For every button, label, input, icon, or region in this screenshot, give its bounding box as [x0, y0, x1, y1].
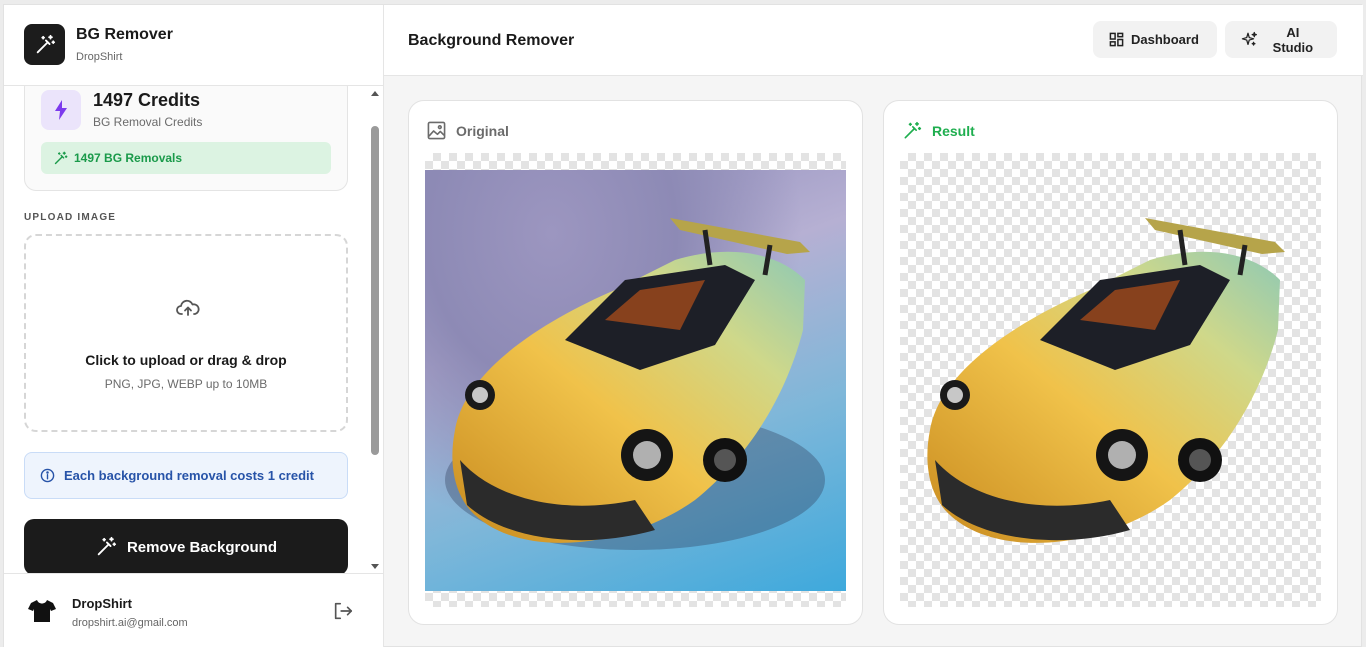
logout-icon[interactable]	[332, 600, 354, 622]
lightning-bolt-icon	[41, 90, 81, 130]
result-panel: Result	[883, 100, 1338, 625]
remove-background-label: Remove Background	[126, 538, 278, 556]
result-car-image	[927, 218, 1285, 543]
user-name: DropShirt	[72, 596, 132, 611]
magic-wand-icon	[904, 121, 922, 139]
magic-wand-icon	[54, 151, 68, 164]
magic-wand-icon	[24, 24, 65, 65]
user-profile-bar: DropShirt dropshirt.ai@gmail.com	[4, 573, 383, 647]
scroll-thumb[interactable]	[371, 126, 379, 455]
tshirt-icon	[28, 600, 56, 622]
brand-title: BG Remover	[76, 26, 173, 43]
original-panel: Original	[408, 100, 863, 625]
sparkles-icon	[1241, 31, 1257, 46]
info-circle-icon	[40, 468, 55, 483]
dashboard-button[interactable]: Dashboard	[1093, 21, 1217, 58]
cloud-upload-icon	[176, 299, 200, 316]
brand-subtitle: DropShirt	[76, 51, 123, 63]
scroll-up-arrow-icon[interactable]	[371, 91, 379, 96]
original-panel-header: Original	[427, 121, 509, 140]
credits-card: 1497 Credits BG Removal Credits 1497 BG …	[24, 86, 348, 191]
magic-wand-icon	[97, 536, 117, 556]
original-car-image	[445, 218, 825, 550]
dashboard-label: Dashboard	[1131, 32, 1199, 47]
original-image-frame	[425, 153, 846, 607]
remove-background-button[interactable]: Remove Background	[24, 519, 348, 573]
sidebar-scroll-area: 1497 Credits BG Removal Credits 1497 BG …	[4, 86, 383, 573]
ai-studio-button[interactable]: AI Studio	[1225, 21, 1337, 58]
original-label: Original	[456, 122, 509, 139]
removals-badge: 1497 BG Removals	[41, 142, 331, 174]
upload-section-label: UPLOAD IMAGE	[24, 212, 117, 223]
credit-cost-info: Each background removal costs 1 credit	[24, 452, 348, 499]
result-image-frame	[900, 153, 1321, 607]
upload-title: Click to upload or drag & drop	[85, 352, 287, 368]
scroll-down-arrow-icon[interactable]	[371, 564, 379, 569]
upload-dropzone[interactable]: Click to upload or drag & drop PNG, JPG,…	[24, 234, 348, 432]
image-icon	[427, 121, 446, 140]
upload-hint: PNG, JPG, WEBP up to 10MB	[104, 377, 268, 391]
main-area: Background Remover Dashboard AI Studio O…	[384, 5, 1363, 647]
sidebar-scrollbar[interactable]	[369, 89, 381, 573]
result-panel-header: Result	[902, 121, 975, 141]
grid-icon	[1109, 32, 1124, 47]
page-title: Background Remover	[408, 32, 575, 49]
top-bar: Background Remover Dashboard AI Studio	[384, 5, 1363, 76]
removals-text: 1497 BG Removals	[74, 151, 183, 165]
user-email: dropshirt.ai@gmail.com	[72, 617, 188, 629]
app-window: BG Remover DropShirt 1497 Credits BG Rem…	[3, 4, 1363, 647]
credit-cost-text: Each background removal costs 1 credit	[64, 468, 314, 483]
credits-value: 1497 Credits	[93, 90, 201, 110]
brand-header: BG Remover DropShirt	[4, 5, 383, 86]
result-label: Result	[932, 123, 975, 139]
sidebar: BG Remover DropShirt 1497 Credits BG Rem…	[4, 5, 384, 647]
ai-studio-label: AI Studio	[1272, 24, 1314, 55]
credits-label: BG Removal Credits	[93, 115, 203, 129]
